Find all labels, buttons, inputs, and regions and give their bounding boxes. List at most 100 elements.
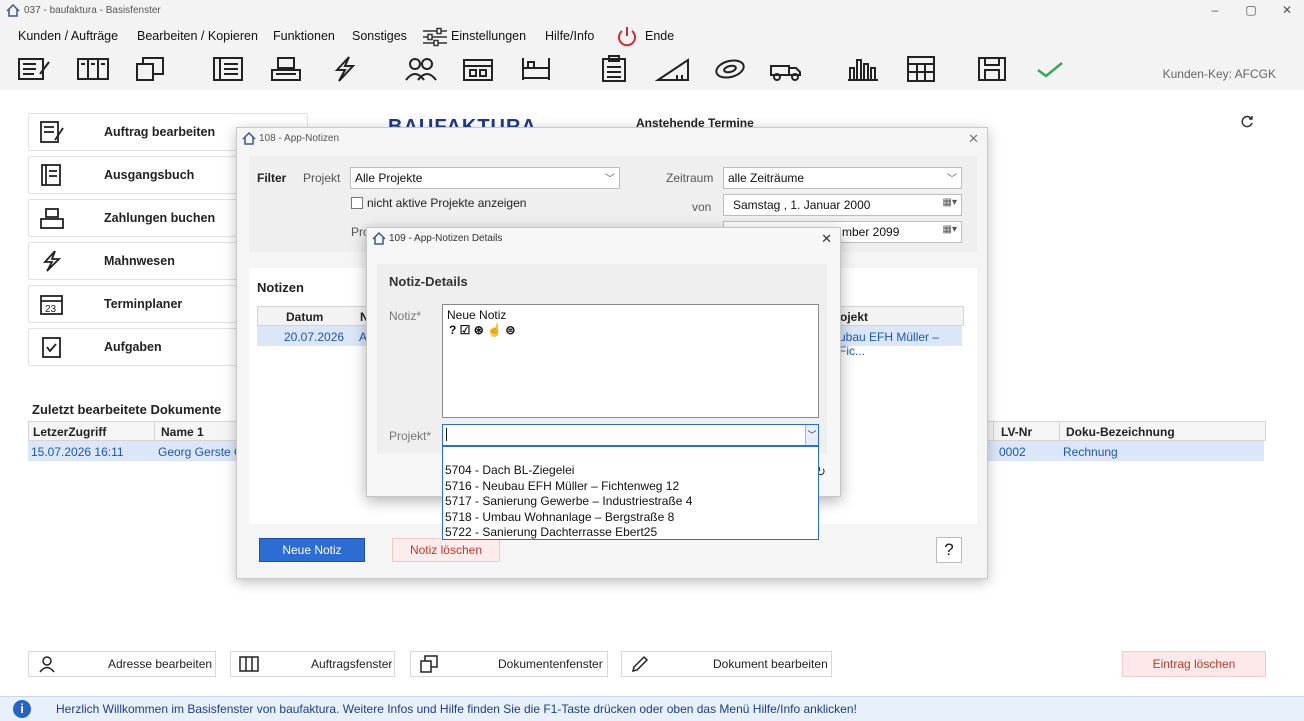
column-header[interactable]: LetzerZugriff [33, 425, 106, 439]
notiz-textarea[interactable]: Neue Notiz ? ☑ ⊛ ☝ ⊜ [442, 304, 819, 418]
docs-title: Zuletzt bearbeitete Dokumente [32, 402, 222, 417]
notiz-symbols: ? ☑ ⊛ ☝ ⊜ [449, 323, 516, 337]
dropdown-option[interactable]: 5704 - Dach BL-Ziegelei [445, 463, 574, 477]
window-title: 037 - baufaktura - Basisfenster [24, 5, 161, 16]
checkmark-icon[interactable] [1032, 54, 1068, 84]
book-icon[interactable] [210, 54, 246, 84]
button-label: Dokumentenfenster [498, 657, 603, 671]
dropdown-option[interactable]: 5718 - Umbau Wohnanlage – Bergstraße 8 [445, 510, 674, 524]
menu-hilfe-info[interactable]: Hilfe/Info [545, 29, 594, 43]
copy-pages-icon [419, 655, 439, 673]
section-title: Notiz-Details [389, 274, 468, 289]
table-cell: 15.07.2026 16:11 [31, 445, 124, 459]
cash-register-icon [39, 206, 65, 230]
column-header[interactable]: Name 1 [161, 425, 204, 439]
pencil-icon [630, 655, 650, 673]
tape-icon[interactable] [712, 54, 748, 84]
menu-ende[interactable]: Ende [645, 29, 674, 43]
dokumentenfenster-button[interactable]: Dokumentenfenster [410, 651, 608, 677]
menu-einstellungen[interactable]: Einstellungen [451, 29, 526, 43]
projekt-select[interactable]: Alle Projekte ﹀ [350, 167, 620, 189]
text-caret [446, 428, 447, 441]
lightning-icon [39, 249, 65, 273]
zeitraum-select[interactable]: alle Zeiträume ﹀ [723, 167, 962, 189]
von-label: von [692, 200, 712, 214]
button-label: Eintrag löschen [1152, 657, 1236, 671]
clipboard-check-icon [39, 335, 65, 359]
calendar-icon: 23 [39, 292, 65, 316]
button-label: Auftragsfenster [311, 657, 393, 671]
menu-bearbeiten-kopieren[interactable]: Bearbeiten / Kopieren [137, 29, 258, 43]
truck-icon[interactable] [768, 54, 804, 84]
clipboard-icon[interactable] [596, 54, 632, 84]
power-icon [615, 25, 639, 49]
auftragsfenster-button[interactable]: Auftragsfenster [230, 651, 395, 677]
svg-text:23: 23 [45, 304, 57, 315]
close-icon[interactable]: ✕ [821, 231, 832, 247]
dropdown-option[interactable]: 5722 - Sanierung Dachterrasse Ebert25 [445, 525, 657, 539]
close-button[interactable]: ✕ [1272, 3, 1302, 19]
minimize-button[interactable]: – [1200, 3, 1230, 19]
projekt-combo[interactable]: ﹀ [442, 424, 819, 446]
rack-icon[interactable] [460, 54, 496, 84]
dokument-bearbeiten-button[interactable]: Dokument bearbeiten [621, 651, 832, 677]
notiz-text: Neue Notiz [447, 308, 507, 322]
dialog-titlebar: 108 - App-Notizen ✕ [237, 128, 987, 150]
column-header[interactable]: ojekt [840, 310, 868, 324]
home-icon [242, 132, 256, 145]
save-icon[interactable] [974, 54, 1010, 84]
column-header[interactable]: LV-Nr [1001, 425, 1032, 439]
ruler-icon[interactable] [655, 54, 691, 84]
menu-funktionen[interactable]: Funktionen [273, 29, 335, 43]
von-date-picker[interactable]: Samstag , 1. Januar 2000 ▦▾ [723, 194, 962, 216]
maximize-button[interactable]: ▢ [1236, 3, 1266, 19]
lightning-icon[interactable] [327, 54, 363, 84]
document-edit-icon [39, 120, 65, 144]
column-header[interactable]: Datum [286, 310, 323, 324]
projekt-label: Projekt [303, 171, 341, 185]
chevron-down-icon[interactable]: ﹀ [805, 425, 818, 445]
person-icon [37, 655, 57, 673]
users-icon[interactable] [403, 54, 439, 84]
column-header[interactable]: Doku-Bezeichnung [1066, 425, 1175, 439]
date-value: Samstag , 1. Januar 2000 [733, 198, 871, 212]
copy-pages-icon[interactable] [133, 54, 169, 84]
sidebar-item-label: Ausgangsbuch [104, 168, 195, 182]
kunden-key: Kunden-Key: AFCGK [1162, 67, 1276, 81]
notiz-loeschen-button[interactable]: Notiz löschen [392, 538, 500, 562]
shelf-icon[interactable] [518, 54, 554, 84]
projekt-label: Projekt* [389, 429, 432, 443]
menu-bar: Kunden / Aufträge Bearbeiten / Kopieren … [0, 24, 1304, 50]
cash-register-icon[interactable] [268, 54, 304, 84]
table-cell: Rechnung [1063, 445, 1118, 459]
dropdown-option[interactable]: 5717 - Sanierung Gewerbe – Industriestra… [445, 494, 692, 508]
menu-sonstiges[interactable]: Sonstiges [352, 29, 407, 43]
eintrag-loeschen-button[interactable]: Eintrag löschen [1122, 651, 1266, 677]
button-label: Dokument bearbeiten [713, 657, 828, 671]
button-label: Adresse bearbeiten [108, 657, 213, 671]
sidebar-item-label: Aufgaben [104, 340, 162, 354]
adresse-bearbeiten-button[interactable]: Adresse bearbeiten [28, 651, 216, 677]
document-edit-icon[interactable] [16, 54, 52, 84]
neue-notiz-button[interactable]: Neue Notiz [259, 538, 365, 562]
dropdown-option[interactable]: 5716 - Neubau EFH Müller – Fichtenweg 12 [445, 479, 679, 493]
book-icon [39, 163, 65, 187]
factory-icon[interactable] [845, 54, 881, 84]
dialog-title: 109 - App-Notizen Details [389, 233, 503, 244]
help-button[interactable]: ? [936, 537, 962, 563]
refresh-icon[interactable] [1240, 115, 1254, 129]
calculator-icon[interactable] [903, 54, 939, 84]
table-cell: 0002 [999, 445, 1026, 459]
inactive-projects-checkbox[interactable] [351, 197, 363, 209]
calendar-dropdown-icon: ▦▾ [942, 197, 957, 208]
status-bar: i Herzlich Willkommen im Basisfenster vo… [0, 696, 1304, 721]
close-icon[interactable]: ✕ [968, 131, 979, 147]
window-titlebar: 037 - baufaktura - Basisfenster – ▢ ✕ [0, 0, 1304, 24]
status-text: Herzlich Willkommen im Basisfenster von … [56, 702, 857, 716]
home-icon [6, 4, 20, 17]
sidebar-item-label: Mahnwesen [104, 254, 175, 268]
notiz-label: Notiz* [389, 309, 422, 323]
binder-icon[interactable] [75, 54, 111, 84]
home-icon [372, 232, 386, 245]
menu-kunden-auftraege[interactable]: Kunden / Aufträge [18, 29, 118, 43]
